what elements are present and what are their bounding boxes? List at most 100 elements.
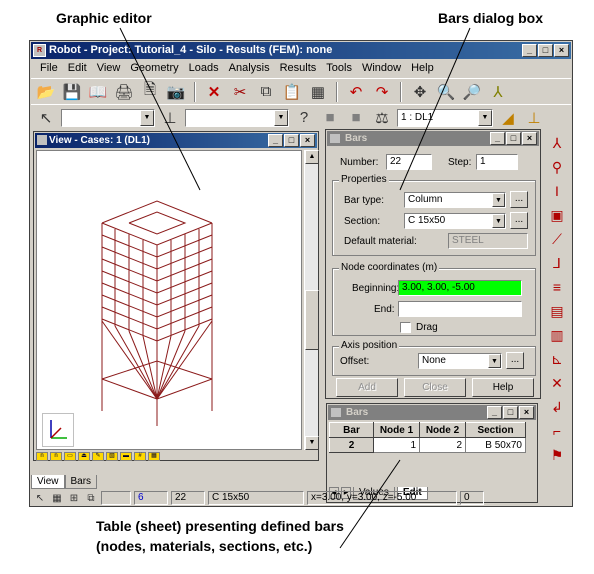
col-header-bar[interactable]: Bar	[329, 422, 374, 438]
nodes-icon[interactable]: ⅄	[547, 133, 567, 153]
add-button[interactable]: Add	[336, 378, 398, 397]
status-grid-icon[interactable]: ▦	[50, 491, 64, 505]
view-vertical-scrollbar[interactable]: ▲ ▼	[304, 150, 319, 450]
view-close-button[interactable]: ×	[300, 134, 315, 147]
view-maximize-button[interactable]: □	[284, 134, 299, 147]
book-icon[interactable]: 📖	[87, 81, 109, 103]
scroll-up-icon[interactable]: ▲	[305, 150, 319, 164]
minimize-button[interactable]: _	[522, 44, 537, 57]
node-numbers-icon[interactable]: n	[36, 451, 48, 461]
gray-square-icon[interactable]: ■	[345, 107, 367, 129]
status-snap-icon[interactable]: ⊞	[67, 491, 81, 505]
offsets-icon[interactable]: ⊾	[547, 349, 567, 369]
bar-selection-icon[interactable]: ⊥	[159, 107, 181, 129]
number-input[interactable]: 22	[386, 154, 432, 170]
bar-selection-combo[interactable]: ▼	[185, 108, 289, 127]
status-3d-icon[interactable]: ⧉	[84, 491, 98, 505]
supports-icon[interactable]: ⅃	[547, 253, 567, 273]
tab-bars[interactable]: Bars	[64, 475, 98, 489]
table-cell-node2[interactable]: 2	[419, 437, 466, 453]
close-dialog-button[interactable]: Close	[404, 378, 466, 397]
scroll-down-icon[interactable]: ▼	[305, 436, 319, 450]
cut-icon[interactable]: ✂	[229, 81, 251, 103]
bars-icon[interactable]: ⚲	[547, 157, 567, 177]
bar-numbers-icon[interactable]: n	[50, 451, 62, 461]
camera-icon[interactable]: 📷	[165, 81, 187, 103]
materials-icon[interactable]: ▣	[547, 205, 567, 225]
pan-icon[interactable]: ✥	[409, 81, 431, 103]
scroll-thumb[interactable]	[305, 290, 319, 350]
end-input[interactable]	[398, 301, 522, 317]
table-cell-node1[interactable]: 1	[373, 437, 420, 453]
help-button[interactable]: Help	[472, 378, 534, 397]
menu-help[interactable]: Help	[406, 60, 439, 77]
copy-icon[interactable]: ⧉	[255, 81, 277, 103]
col-header-node2[interactable]: Node 2	[419, 422, 466, 438]
bar-type-select[interactable]: Column ▼	[404, 192, 506, 208]
load-case-combo[interactable]: 1 : DL1 ▼	[397, 108, 493, 127]
table-row[interactable]: 2 1 2 B 50x70	[329, 437, 526, 453]
flag-icon[interactable]: ⚑	[547, 445, 567, 465]
undo-icon[interactable]: ↶	[345, 81, 367, 103]
menu-edit[interactable]: Edit	[63, 60, 92, 77]
menu-analysis[interactable]: Analysis	[224, 60, 275, 77]
bars-minimize-button[interactable]: _	[490, 132, 505, 145]
status-select-icon[interactable]: ↖	[33, 491, 47, 505]
select-query-icon[interactable]: ?	[293, 107, 315, 129]
gray-square-icon[interactable]: ■	[319, 107, 341, 129]
hinges-icon[interactable]: ↲	[547, 397, 567, 417]
offset-select[interactable]: None ▼	[418, 353, 502, 369]
tab-view[interactable]: View	[31, 475, 65, 489]
section-icon[interactable]: I	[547, 181, 567, 201]
menu-loads[interactable]: Loads	[184, 60, 224, 77]
load-case-icon[interactable]: ⚖	[371, 107, 393, 129]
close-button[interactable]: ×	[554, 44, 569, 57]
table-cell-section[interactable]: B 50x70	[465, 437, 526, 453]
hatch-icon[interactable]: ▧	[106, 451, 118, 461]
load-display-icon[interactable]: ◢	[497, 107, 519, 129]
menu-geometry[interactable]: Geometry	[125, 60, 183, 77]
open-icon[interactable]: 📂	[35, 81, 57, 103]
redo-icon[interactable]: ↷	[371, 81, 393, 103]
bar-type-browse-button[interactable]: ...	[510, 191, 528, 208]
maximize-button[interactable]: □	[538, 44, 553, 57]
selection-cursor-icon[interactable]: ↖	[35, 107, 57, 129]
elastic-ground-icon[interactable]: ✕	[547, 373, 567, 393]
geometry-icon[interactable]: ⌐	[547, 421, 567, 441]
print-preview-icon[interactable]: 🗎	[139, 81, 161, 103]
pencil-icon[interactable]: ✎	[92, 451, 104, 461]
selection-combo[interactable]: ▼	[61, 108, 155, 127]
col-header-node1[interactable]: Node 1	[373, 422, 420, 438]
table-cell-bar[interactable]: 2	[329, 437, 374, 453]
table-icon[interactable]: ▦	[307, 81, 329, 103]
offset-browse-button[interactable]: ...	[506, 352, 524, 369]
col-header-section[interactable]: Section	[465, 422, 526, 438]
save-icon[interactable]: 💾	[61, 81, 83, 103]
loads-icon[interactable]: ▬	[120, 451, 132, 461]
delete-icon[interactable]: ✕	[203, 81, 225, 103]
menu-file[interactable]: File	[35, 60, 63, 77]
drag-checkbox[interactable]	[400, 322, 411, 333]
section-browse-button[interactable]: ...	[510, 212, 528, 229]
section-select[interactable]: C 15x50 ▼	[404, 213, 506, 229]
step-input[interactable]: 1	[476, 154, 518, 170]
menu-window[interactable]: Window	[357, 60, 406, 77]
view-minimize-button[interactable]: _	[268, 134, 283, 147]
table-close-button[interactable]: ×	[519, 406, 534, 419]
loads-icon[interactable]: ≡	[547, 277, 567, 297]
releases-icon[interactable]: ⟋	[547, 229, 567, 249]
beginning-input[interactable]: 3.00, 3.00, -5.00	[398, 280, 522, 296]
table-minimize-button[interactable]: _	[487, 406, 502, 419]
graphic-editor-canvas[interactable]	[36, 150, 302, 450]
supports-icon[interactable]: ⏏	[78, 451, 90, 461]
numbering-icon[interactable]: #	[134, 451, 146, 461]
zoom-icon[interactable]: 🔍	[435, 81, 457, 103]
bars-maximize-button[interactable]: □	[506, 132, 521, 145]
zoom-window-icon[interactable]: 🔎	[461, 81, 483, 103]
table-maximize-button[interactable]: □	[503, 406, 518, 419]
load-table-icon[interactable]: ⊥	[523, 107, 545, 129]
menu-view[interactable]: View	[92, 60, 126, 77]
section-display-icon[interactable]: ▭	[64, 451, 76, 461]
menu-results[interactable]: Results	[275, 60, 322, 77]
combination-icon[interactable]: ▥	[547, 325, 567, 345]
